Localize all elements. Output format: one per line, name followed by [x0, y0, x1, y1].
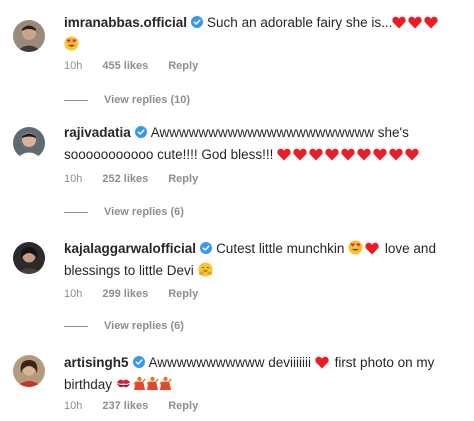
- heart-icon: [357, 148, 371, 161]
- avatar[interactable]: [13, 355, 45, 387]
- avatar[interactable]: [13, 242, 45, 274]
- comment-text: love and: [384, 241, 436, 256]
- comment-time[interactable]: 10h: [64, 400, 82, 412]
- comment-time[interactable]: 10h: [64, 60, 82, 72]
- comment-likes[interactable]: 455 likes: [102, 60, 148, 72]
- comment-time[interactable]: 10h: [64, 173, 82, 185]
- comment-likes[interactable]: 237 likes: [102, 400, 148, 412]
- heart-icon: [341, 148, 355, 161]
- verified-badge-icon: [133, 356, 145, 368]
- view-replies-button[interactable]: View replies (10): [64, 94, 190, 106]
- view-replies-label: View replies (6): [104, 206, 184, 218]
- avatar[interactable]: [13, 127, 45, 159]
- dancer-icon: [146, 376, 159, 391]
- comment-username[interactable]: rajivadatia: [64, 125, 131, 140]
- heart-icon: [392, 16, 406, 29]
- heart-icon: [405, 148, 419, 161]
- view-replies-line: [64, 211, 88, 213]
- comment-meta: 10h 299 likes Reply: [64, 288, 218, 300]
- heart-eyes-icon: [64, 36, 79, 51]
- comments-panel: imranabbas.official Such an adorable fair…: [0, 0, 474, 421]
- reply-button[interactable]: Reply: [168, 400, 198, 412]
- kiss-mark-icon: [116, 376, 131, 391]
- heart-icon: [309, 148, 323, 161]
- comment-meta: 10h 237 likes Reply: [64, 400, 218, 412]
- comment-meta: 10h 455 likes Reply: [64, 60, 218, 72]
- comment-username[interactable]: imranabbas.official: [64, 15, 187, 30]
- view-replies-line: [64, 325, 88, 327]
- heart-icon: [315, 356, 329, 369]
- heart-icon: [293, 148, 307, 161]
- hugging-face-icon: [198, 262, 213, 277]
- comment-text: Awwwwwwwwwww deviiiiiii: [148, 355, 312, 370]
- heart-icon: [277, 148, 291, 161]
- reply-button[interactable]: Reply: [168, 288, 198, 300]
- view-replies-label: View replies (10): [104, 94, 191, 106]
- verified-badge-icon: [191, 16, 203, 28]
- heart-icon: [373, 148, 387, 161]
- comment-username[interactable]: kajalaggarwalofficial: [64, 241, 196, 256]
- view-replies-button[interactable]: View replies (6): [64, 320, 184, 332]
- comment-likes[interactable]: 252 likes: [102, 173, 148, 185]
- dancer-icon: [133, 376, 146, 391]
- comment-username[interactable]: artisingh5: [64, 355, 129, 370]
- heart-icon: [389, 148, 403, 161]
- comment-text: blessings to little Devi: [64, 263, 194, 278]
- comment-likes[interactable]: 299 likes: [102, 288, 148, 300]
- avatar[interactable]: [13, 20, 45, 52]
- heart-icon: [408, 16, 422, 29]
- reply-button[interactable]: Reply: [168, 60, 198, 72]
- comment-text: birthday: [64, 377, 113, 392]
- heart-icon: [325, 148, 339, 161]
- comment-body: artisingh5 Awwwwwwwwwww deviiiiiii first …: [64, 352, 464, 396]
- comment-text: first photo on my: [334, 355, 435, 370]
- dancer-icon: [159, 376, 172, 391]
- comment-body: kajalaggarwalofficial Cutest little munch…: [64, 238, 464, 282]
- comment-body: rajivadatia Awwwwwwwwwwwwwwwwwwwwww she's…: [64, 122, 464, 166]
- view-replies-label: View replies (6): [104, 320, 184, 332]
- view-replies-line: [64, 99, 88, 101]
- comment-body: imranabbas.official Such an adorable fair…: [64, 12, 464, 56]
- comment-time[interactable]: 10h: [64, 288, 82, 300]
- comment-text: Cutest little munchkin: [216, 241, 345, 256]
- reply-button[interactable]: Reply: [168, 173, 198, 185]
- heart-icon: [424, 16, 438, 29]
- verified-badge-icon: [200, 242, 212, 254]
- heart-icon: [365, 242, 379, 255]
- verified-badge-icon: [135, 126, 147, 138]
- comment-meta: 10h 252 likes Reply: [64, 173, 218, 185]
- view-replies-button[interactable]: View replies (6): [64, 206, 184, 218]
- heart-eyes-icon: [348, 240, 363, 255]
- comment-text: Such an adorable fairy she is...: [207, 15, 393, 30]
